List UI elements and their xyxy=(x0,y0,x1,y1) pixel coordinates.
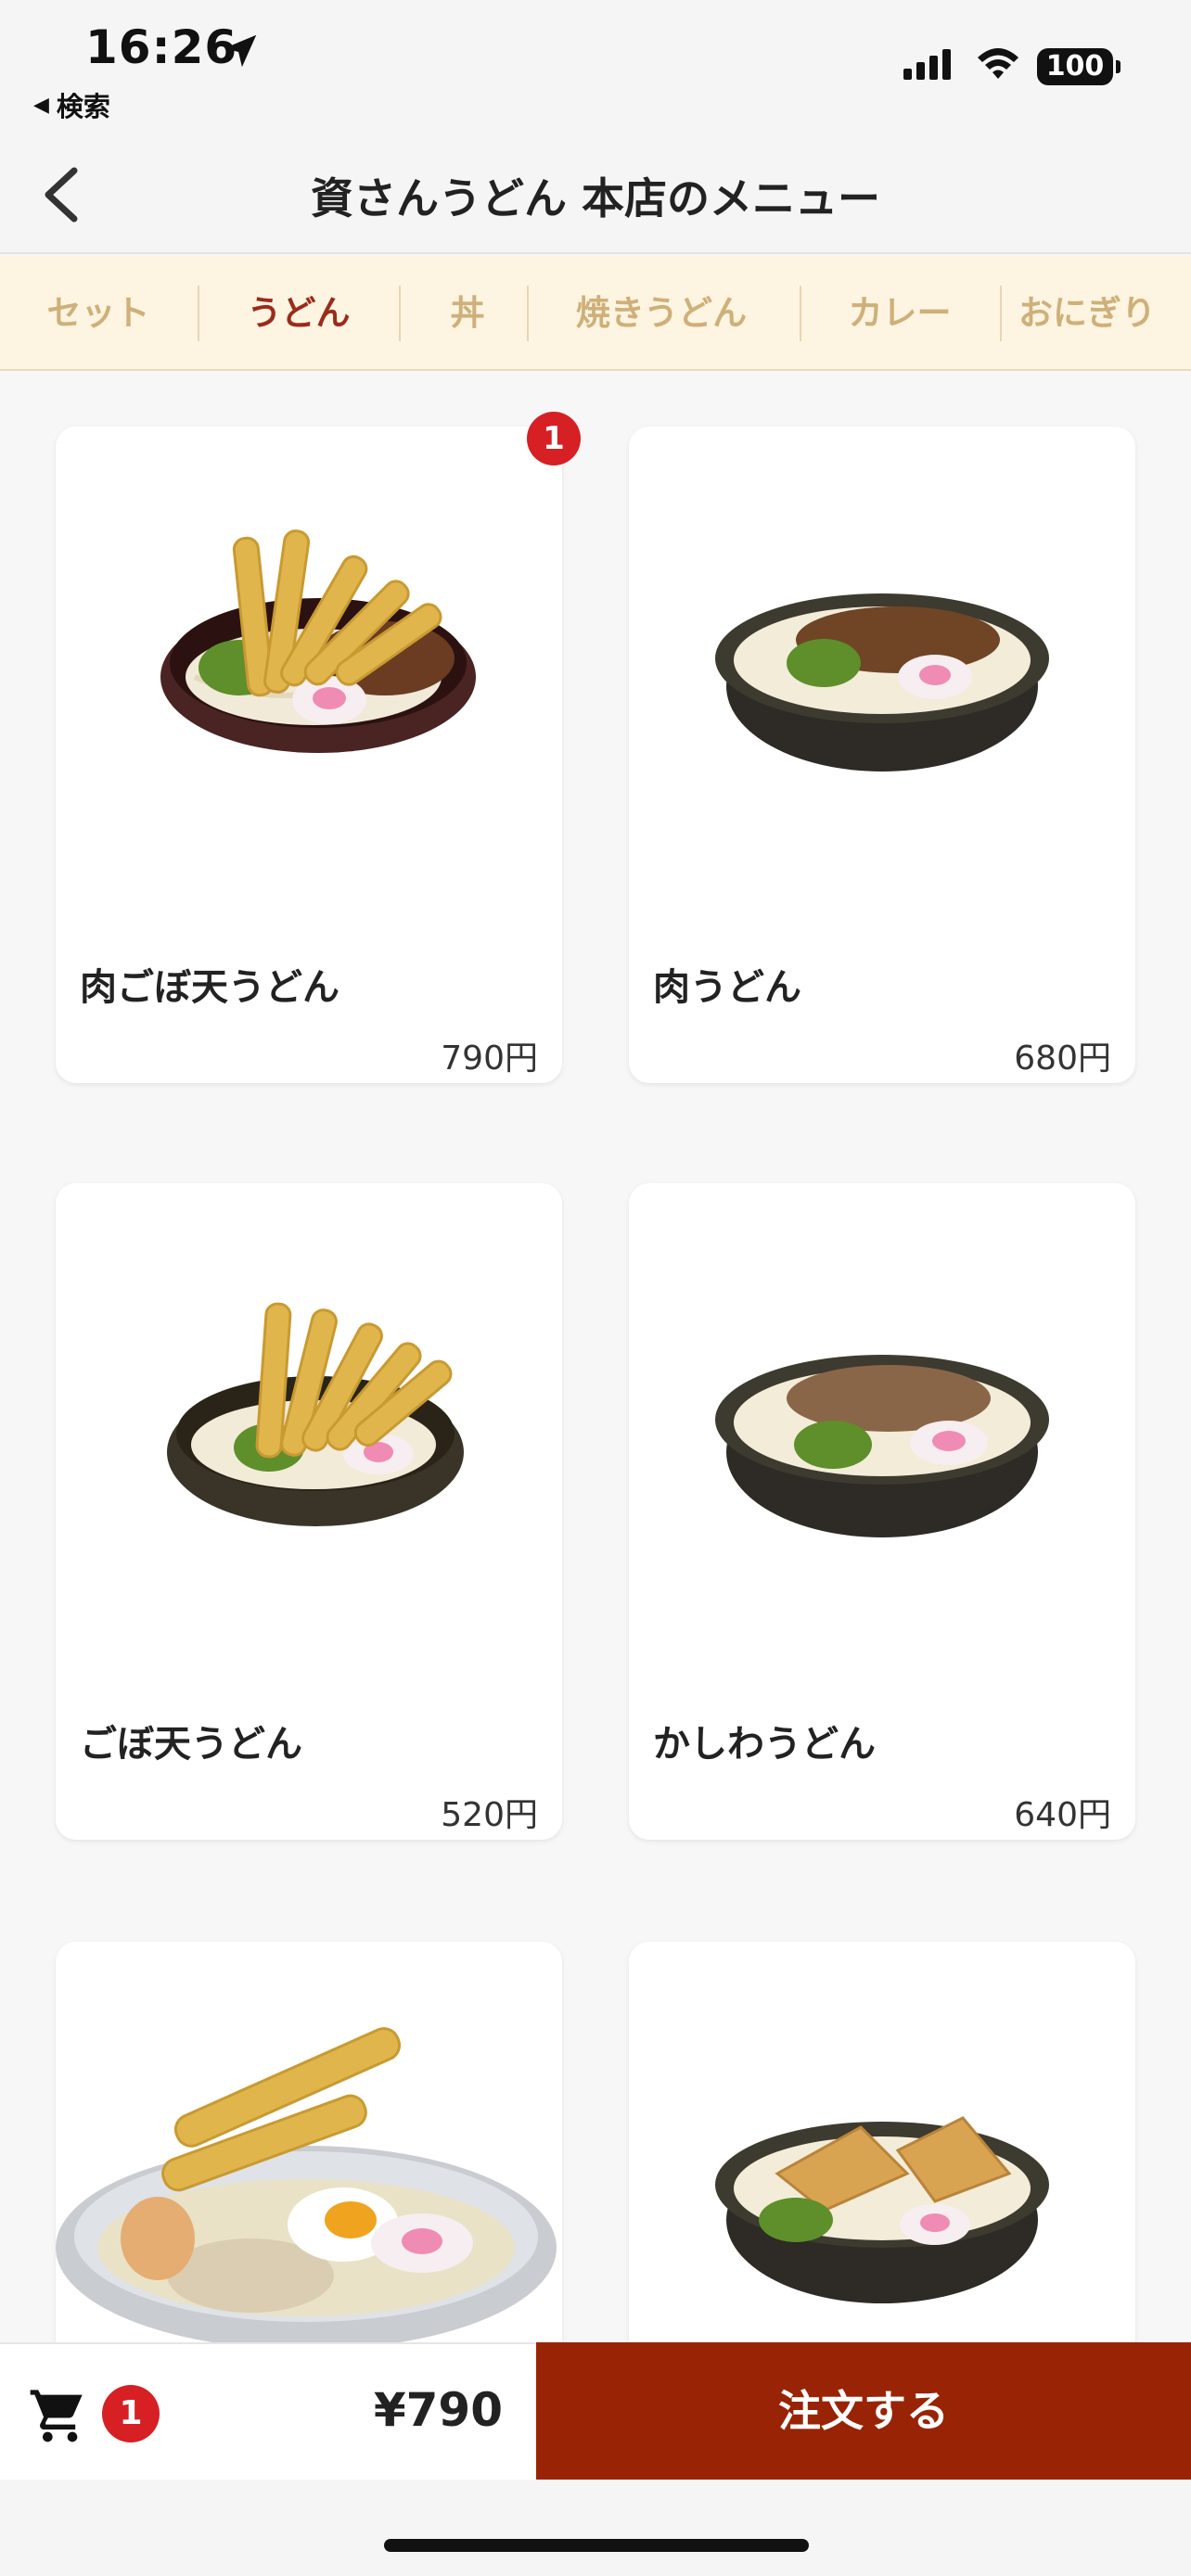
tab-divider xyxy=(399,286,401,341)
shopping-cart-icon xyxy=(30,2390,83,2442)
cellular-signal-icon xyxy=(903,49,951,80)
kashiwa-udon-photo xyxy=(715,1355,1049,1537)
cart-total: ¥790 xyxy=(373,2383,503,2437)
cart-count-badge: 1 xyxy=(102,2385,160,2442)
gobo-ten-udon-photo xyxy=(167,1302,464,1526)
home-indicator[interactable] xyxy=(384,2539,809,2552)
menu-item-price: 790円 xyxy=(441,1039,538,1078)
order-button[interactable]: 注文する xyxy=(536,2342,1191,2480)
menu-item-price: 680円 xyxy=(1014,1039,1111,1078)
niku-gobo-ten-udon-photo xyxy=(160,529,476,753)
tab-yaki-udon[interactable]: 焼きうどん xyxy=(547,256,775,369)
back-triangle-icon: ◀ xyxy=(33,93,49,117)
category-tab-bar: セット うどん 丼 焼きうどん カレー おにぎり xyxy=(0,256,1191,371)
home-indicator-area xyxy=(0,2480,1191,2576)
menu-item-name: かしわうどん xyxy=(653,1723,876,1766)
menu-item-price: 640円 xyxy=(1014,1796,1111,1834)
navigation-bar: 資さんうどん 本店のメニュー xyxy=(0,139,1191,254)
menu-item-card[interactable]: ごぼ天うどん 520円 xyxy=(56,1183,562,1840)
status-bar: 16:26 ◀ 検索 100 xyxy=(0,0,1191,139)
tab-divider xyxy=(527,286,529,341)
tab-divider xyxy=(800,286,801,341)
tab-don[interactable]: 丼 xyxy=(412,256,523,369)
menu-item-price: 520円 xyxy=(441,1796,538,1834)
tab-udon[interactable]: うどん xyxy=(213,256,384,369)
cart-summary[interactable]: 1 ¥790 xyxy=(0,2342,536,2480)
menu-item-card[interactable]: 肉うどん 680円 xyxy=(629,427,1135,1083)
page-title: 資さんうどん 本店のメニュー xyxy=(310,173,880,223)
wifi-icon xyxy=(978,48,1018,79)
item-count-badge: 1 xyxy=(527,412,581,465)
location-arrow-icon xyxy=(224,34,257,68)
tab-curry[interactable]: カレー xyxy=(816,256,983,369)
tab-divider xyxy=(1000,286,1002,341)
menu-item-name: 肉うどん xyxy=(653,966,801,1009)
tab-onigiri[interactable]: おにぎり xyxy=(1018,256,1191,369)
cart-bar: 1 ¥790 注文する xyxy=(0,2342,1191,2480)
tab-set[interactable]: セット xyxy=(17,256,180,369)
menu-item-name: 肉ごぼ天うどん xyxy=(80,966,339,1009)
niku-udon-photo xyxy=(715,593,1049,772)
menu-item-card[interactable]: 肉ごぼ天うどん 790円 xyxy=(56,427,562,1083)
menu-item-card[interactable]: かしわうどん 640円 xyxy=(629,1183,1135,1840)
status-time: 16:26 xyxy=(85,20,238,74)
tab-divider xyxy=(198,286,199,341)
battery-icon: 100 xyxy=(1037,48,1121,85)
back-to-app-link[interactable]: ◀ 検索 xyxy=(33,85,110,124)
back-app-label: 検索 xyxy=(56,91,110,122)
menu-item-name: ごぼ天うどん xyxy=(80,1723,302,1766)
